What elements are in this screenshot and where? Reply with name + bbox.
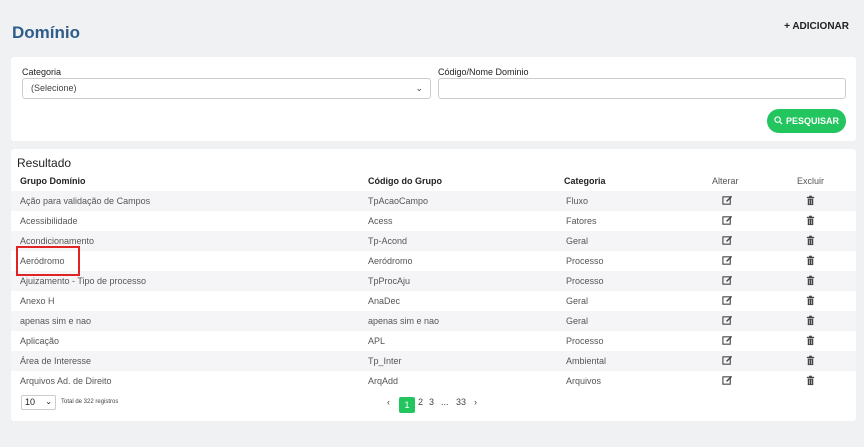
cell-codigo: TpProcAju xyxy=(368,276,411,286)
cell-categoria: Geral xyxy=(566,296,589,306)
page-ellipsis: ... xyxy=(441,397,449,407)
cell-codigo: Aeródromo xyxy=(368,256,413,266)
page-title: Domínio xyxy=(12,23,80,42)
cell-codigo: Acess xyxy=(368,216,393,226)
table-row: Acondicionamento Tp-Acond Geral xyxy=(11,231,856,251)
cell-grupo: Acondicionamento xyxy=(20,236,95,246)
edit-icon[interactable] xyxy=(722,215,733,226)
search-button[interactable]: PESQUISAR xyxy=(767,109,846,133)
cell-categoria: Arquivos xyxy=(566,376,602,386)
highlight-box xyxy=(16,246,80,276)
trash-icon[interactable] xyxy=(805,255,816,266)
cell-categoria: Processo xyxy=(566,276,604,286)
table-row: Ajuizamento - Tipo de processo TpProcAju P… xyxy=(11,271,856,291)
cell-categoria: Processo xyxy=(566,336,604,346)
column-header-excluir: Excluir xyxy=(797,176,825,186)
table-row: Ação para validação de Campos TpAcaoCampo… xyxy=(11,191,856,211)
filter-card: Categoria (Selecione) ⌄ Código/Nome Domi… xyxy=(11,57,856,141)
table-row: Anexo H AnaDec Geral xyxy=(11,291,856,311)
table-row: apenas sim e nao apenas sim e nao Geral xyxy=(11,311,856,331)
cell-categoria: Ambiental xyxy=(566,356,607,366)
table-row: Aeródromo Aeródromo Processo xyxy=(11,251,856,271)
trash-icon[interactable] xyxy=(805,355,816,366)
edit-icon[interactable] xyxy=(722,315,733,326)
trash-icon[interactable] xyxy=(805,235,816,246)
table-row: Acessibilidade Acess Fatores xyxy=(11,211,856,231)
column-header-grupo: Grupo Domínio xyxy=(20,176,86,186)
edit-icon[interactable] xyxy=(722,375,733,386)
cell-categoria: Processo xyxy=(566,256,604,266)
edit-icon[interactable] xyxy=(722,235,733,246)
cell-codigo: Tp-Acond xyxy=(368,236,408,246)
cell-categoria: Fatores xyxy=(566,216,597,226)
cell-codigo: Tp_Inter xyxy=(368,356,402,366)
cell-codigo: AnaDec xyxy=(368,296,401,306)
cell-grupo: apenas sim e nao xyxy=(20,316,92,326)
trash-icon[interactable] xyxy=(805,335,816,346)
edit-icon[interactable] xyxy=(722,275,733,286)
results-title: Resultado xyxy=(17,156,72,170)
trash-icon[interactable] xyxy=(805,215,816,226)
search-icon xyxy=(774,115,783,127)
cell-grupo: Arquivos Ad. de Direito xyxy=(20,376,112,386)
codigo-input[interactable] xyxy=(438,78,846,99)
column-header-alterar: Alterar xyxy=(712,176,739,186)
edit-icon[interactable] xyxy=(722,335,733,346)
chevron-down-icon: ⌄ xyxy=(415,83,423,93)
edit-icon[interactable] xyxy=(722,255,733,266)
cell-codigo: apenas sim e nao xyxy=(368,316,440,326)
add-button[interactable]: + ADICIONAR xyxy=(784,21,849,32)
cell-categoria: Geral xyxy=(566,236,589,246)
chevron-down-icon: ⌄ xyxy=(45,397,52,406)
trash-icon[interactable] xyxy=(805,195,816,206)
categoria-label: Categoria xyxy=(22,67,62,77)
column-header-categoria: Categoria xyxy=(564,176,606,186)
total-records: Total de 322 registros xyxy=(61,399,119,405)
categoria-select[interactable]: (Selecione) ⌄ xyxy=(22,78,431,99)
page-button-1[interactable]: 1 xyxy=(399,397,415,413)
categoria-select-value: (Selecione) xyxy=(31,83,77,93)
trash-icon[interactable] xyxy=(805,295,816,306)
column-header-codigo: Código do Grupo xyxy=(368,176,442,186)
page-button-2[interactable]: 2 xyxy=(418,397,423,407)
cell-categoria: Geral xyxy=(566,316,589,326)
page-size-select[interactable]: 10 ⌄ xyxy=(21,395,56,410)
cell-grupo: Ajuizamento - Tipo de processo xyxy=(20,276,147,286)
cell-codigo: APL xyxy=(368,336,386,346)
trash-icon[interactable] xyxy=(805,375,816,386)
cell-grupo: Acessibilidade xyxy=(20,216,78,226)
search-button-label: PESQUISAR xyxy=(785,116,839,126)
edit-icon[interactable] xyxy=(722,195,733,206)
cell-grupo: Aplicação xyxy=(20,336,60,346)
codigo-label: Código/Nome Dominio xyxy=(438,67,529,77)
prev-page-button[interactable]: ‹ xyxy=(387,397,390,407)
cell-grupo: Ação para validação de Campos xyxy=(20,196,151,206)
page-button-3[interactable]: 3 xyxy=(429,397,434,407)
page-size-value: 10 xyxy=(25,397,36,407)
cell-codigo: ArqAdd xyxy=(368,376,399,386)
edit-icon[interactable] xyxy=(722,295,733,306)
page-button-last[interactable]: 33 xyxy=(456,397,466,407)
cell-grupo: Anexo H xyxy=(20,296,55,306)
trash-icon[interactable] xyxy=(805,275,816,286)
trash-icon[interactable] xyxy=(805,315,816,326)
edit-icon[interactable] xyxy=(722,355,733,366)
table-row: Arquivos Ad. de Direito ArqAdd Arquivos xyxy=(11,371,856,391)
results-card: Resultado Grupo Domínio Código do Grupo … xyxy=(11,149,856,421)
table-row: Área de Interesse Tp_Inter Ambiental xyxy=(11,351,856,371)
cell-grupo: Área de Interesse xyxy=(20,356,92,366)
table-row: Aplicação APL Processo xyxy=(11,331,856,351)
next-page-button[interactable]: › xyxy=(474,397,477,407)
cell-codigo: TpAcaoCampo xyxy=(368,196,429,206)
cell-categoria: Fluxo xyxy=(566,196,589,206)
